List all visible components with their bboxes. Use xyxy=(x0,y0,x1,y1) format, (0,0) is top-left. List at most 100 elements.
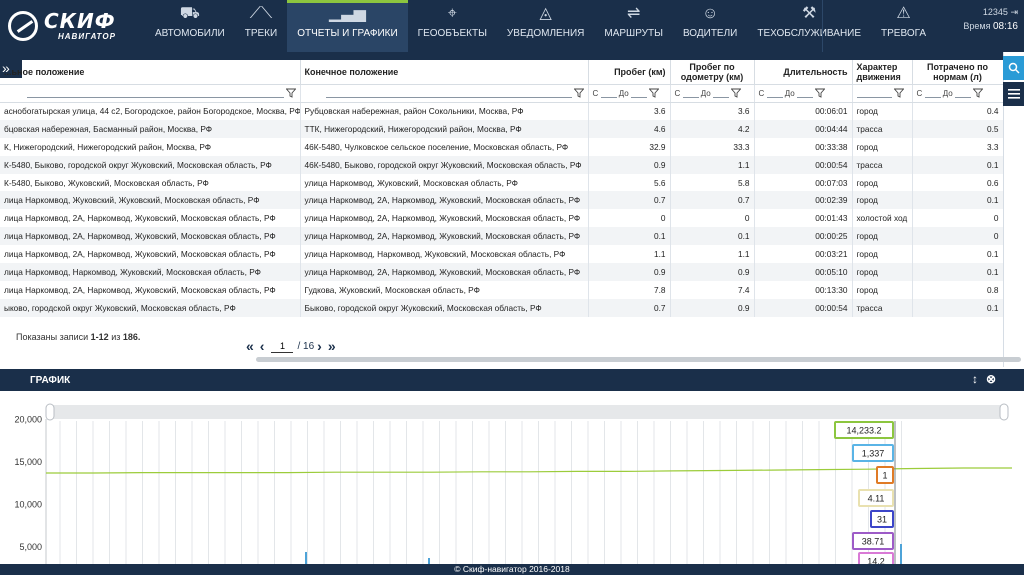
table-cell: 0 xyxy=(670,209,755,228)
nav-item-2[interactable]: ▁▃▅ ОТЧЕТЫ И ГРАФИКИ xyxy=(287,0,408,52)
nav-item-7[interactable]: ⚒ ТЕХОБСЛУЖИВАНИЕ xyxy=(747,0,871,52)
report-tabs-strip[interactable] xyxy=(0,52,1003,60)
filter-icon[interactable] xyxy=(284,88,296,99)
range-to-input[interactable] xyxy=(712,89,729,98)
column-header-1[interactable]: Конечное положение xyxy=(300,60,589,85)
table-row[interactable]: лица Наркомвод, 2А, Наркомвод, Жуковский… xyxy=(0,280,1003,299)
range-from-input[interactable] xyxy=(682,89,699,98)
table-cell: 0 xyxy=(912,227,1003,246)
range-slider-right-handle[interactable] xyxy=(999,403,1009,421)
table-row[interactable]: бцовская набережная, Басманный район, Мо… xyxy=(0,119,1003,138)
table-cell: лица Наркомвод, Жуковский, Жуковский, Мо… xyxy=(0,191,301,210)
nav-item-6[interactable]: ☺ ВОДИТЕЛИ xyxy=(673,0,747,52)
records-info-prefix: Показаны записи xyxy=(16,332,89,342)
column-filter-1[interactable] xyxy=(300,84,589,103)
table-cell: 0.1 xyxy=(912,298,1003,317)
range-slider-left-handle[interactable] xyxy=(45,403,55,421)
column-header-0[interactable]: ...ьное положение xyxy=(0,60,301,85)
user-id[interactable]: 12345 xyxy=(983,7,1008,17)
table-row[interactable]: аснобогатырская улица, 44 с2, Богородско… xyxy=(0,102,1003,120)
series-line-0[interactable] xyxy=(46,467,1012,474)
table-row[interactable]: К, Нижегородский, Нижегородский район, М… xyxy=(0,137,1003,156)
table-cell: К, Нижегородский, Нижегородский район, М… xyxy=(0,137,301,156)
table-row[interactable]: лица Наркомвод, 2А, Наркомвод, Жуковский… xyxy=(0,209,1003,228)
nav-item-label: ТЕХОБСЛУЖИВАНИЕ xyxy=(757,28,862,39)
column-header-2[interactable]: Пробег (км) xyxy=(588,60,671,85)
table-cell: улица Наркомвод, 2А, Наркомвод, Жуковски… xyxy=(300,209,589,228)
nav-item-label: АВТОМОБИЛИ xyxy=(155,28,225,39)
filter-input[interactable] xyxy=(856,88,893,99)
filter-icon[interactable] xyxy=(647,88,659,99)
map-pin-icon: ⌖ xyxy=(447,5,457,22)
filter-icon[interactable] xyxy=(572,88,584,99)
next-page-icon[interactable]: › xyxy=(317,338,322,354)
nav-item-0[interactable]: ⛟ АВТОМОБИЛИ xyxy=(145,0,235,52)
range-to-input[interactable] xyxy=(796,89,813,98)
range-to-label: До xyxy=(784,88,795,98)
column-header-5[interactable]: Характер движения xyxy=(852,60,913,85)
range-to-label: До xyxy=(942,88,953,98)
table-cell: 0.9 xyxy=(588,263,671,281)
range-to-input[interactable] xyxy=(954,89,971,98)
table-row[interactable]: лица Наркомвод, 2А, Наркомвод, Жуковский… xyxy=(0,227,1003,246)
table-row[interactable]: лица Наркомвод, Жуковский, Жуковский, Мо… xyxy=(0,191,1003,210)
nav-item-1[interactable]: ⟋⟍ ТРЕКИ xyxy=(235,0,287,52)
nav-item-4[interactable]: ◬ УВЕДОМЛЕНИЯ xyxy=(497,0,594,52)
column-filter-3[interactable]: С До xyxy=(670,84,755,103)
logout-icon[interactable]: ⇥ xyxy=(1010,7,1018,17)
nav-item-3[interactable]: ⌖ ГЕООБЪЕКТЫ xyxy=(408,0,497,52)
last-page-icon[interactable]: » xyxy=(328,338,336,354)
table-row[interactable]: К-5480, Быково, Жуковский, Московская об… xyxy=(0,173,1003,192)
page-number-input[interactable] xyxy=(271,339,294,353)
range-from-input[interactable] xyxy=(766,89,783,98)
table-cell: 4.6 xyxy=(588,119,671,138)
footer: © Скиф-навигатор 2016-2018 xyxy=(0,564,1024,575)
horizontal-scrollbar[interactable] xyxy=(256,357,1021,362)
filter-icon[interactable] xyxy=(729,88,741,99)
filter-input[interactable] xyxy=(325,88,572,99)
column-header-3[interactable]: Пробег по одометру (км) xyxy=(670,60,755,85)
first-page-icon[interactable]: « xyxy=(246,338,254,354)
filter-icon[interactable] xyxy=(813,88,825,99)
logo-subtitle: НАВИГАТОР xyxy=(58,32,116,41)
wrench-icon: ⚒ xyxy=(802,5,817,22)
menu-button[interactable] xyxy=(1003,82,1024,106)
range-from-input[interactable] xyxy=(600,89,617,98)
table-row[interactable]: лица Наркомвод, 2А, Наркомвод, Жуковский… xyxy=(0,245,1003,264)
prev-page-icon[interactable]: ‹ xyxy=(260,338,265,354)
nav-item-8[interactable]: ⚠ ТРЕВОГА xyxy=(871,0,936,52)
table-cell: 0 xyxy=(912,209,1003,228)
tooltip-value: 38.71 xyxy=(862,537,885,547)
y-tick-label: 15,000 xyxy=(14,457,42,467)
nav-divider xyxy=(822,0,823,52)
column-filter-2[interactable]: С До xyxy=(588,84,671,103)
person-icon: ☺ xyxy=(701,5,719,22)
column-header-6[interactable]: Потрачено по нормам (л) xyxy=(912,60,1003,85)
table-cell: 0.5 xyxy=(912,119,1003,138)
column-filter-5[interactable] xyxy=(852,84,913,103)
table-row[interactable]: К-5480, Быково, городской округ Жуковски… xyxy=(0,155,1003,174)
table-row[interactable]: лица Наркомвод, Наркомвод, Жуковский, Мо… xyxy=(0,263,1003,281)
filter-icon[interactable] xyxy=(892,88,905,99)
column-header-4[interactable]: Длительность xyxy=(754,60,853,85)
chart-canvas[interactable]: 20,000 15,000 10,000 5,000 14,233.2 1,337 1 4.1… xyxy=(0,391,1024,564)
close-icon[interactable]: ⊗ xyxy=(986,372,996,386)
chart-title: ГРАФИК xyxy=(30,374,71,386)
chart-icon: ▁▃▅ xyxy=(328,5,366,22)
table-row[interactable]: ыково, городской округ Жуковский, Москов… xyxy=(0,298,1003,317)
search-button[interactable] xyxy=(1003,56,1024,80)
table-cell: 3.6 xyxy=(588,102,671,120)
filter-icon[interactable] xyxy=(971,88,983,99)
table-cell: 00:13:30 xyxy=(754,280,853,299)
column-filter-4[interactable]: С До xyxy=(754,84,853,103)
table-cell: К-5480, Быково, городской округ Жуковски… xyxy=(0,155,301,174)
nav-item-5[interactable]: ⇌ МАРШРУТЫ xyxy=(594,0,673,52)
filter-input[interactable] xyxy=(26,88,284,99)
column-filter-0[interactable] xyxy=(0,84,301,103)
column-filter-6[interactable]: С До xyxy=(912,84,1003,103)
app-logo[interactable]: СКИФ НАВИГАТОР xyxy=(0,0,145,52)
range-slider[interactable] xyxy=(50,405,1008,419)
range-from-input[interactable] xyxy=(924,89,941,98)
resize-icon[interactable]: ↕ xyxy=(972,372,978,386)
range-to-input[interactable] xyxy=(630,89,647,98)
